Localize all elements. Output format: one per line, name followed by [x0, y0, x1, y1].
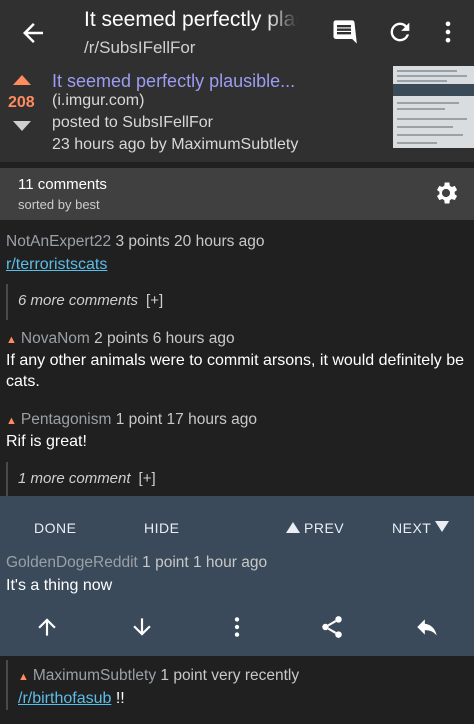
comment-link[interactable]: r/terroristscats	[6, 256, 107, 273]
comment-points-time: 1 point 17 hours ago	[115, 411, 258, 428]
comment-text: !!	[111, 690, 125, 707]
comment-meta: NotAnExpert22 3 points 20 hours ago	[6, 233, 265, 251]
next-arrow-icon	[435, 521, 450, 532]
comment-points-time: 3 points 20 hours ago	[115, 233, 265, 250]
comment-body: If any other animals were to commit arso…	[6, 352, 464, 390]
more-comments[interactable]: 1 more comment [+]	[18, 470, 156, 487]
gear-icon[interactable]	[432, 179, 460, 207]
post-thumbnail[interactable]	[393, 66, 474, 148]
arrow-down-icon[interactable]	[129, 614, 155, 640]
app-bar: It seemed perfectly plausible... /r/Subs…	[0, 0, 474, 66]
indent-line	[6, 462, 8, 496]
comment-body: /r/birthofasub !!	[18, 688, 125, 709]
prev-label: PREV	[304, 520, 345, 536]
share-icon[interactable]	[319, 614, 345, 640]
hide-button[interactable]: HIDE	[144, 520, 179, 536]
prev-button[interactable]: PREV	[286, 520, 344, 536]
indent-line	[6, 284, 8, 320]
more-comments-label: 1 more comment	[18, 470, 131, 487]
comment-meta: ▲ Pentagonism 1 point 17 hours ago	[6, 411, 257, 429]
next-button[interactable]: NEXT	[392, 520, 450, 536]
comment-body: r/terroristscats	[6, 254, 107, 275]
subreddit-subtitle[interactable]: /r/SubsIFellFor	[84, 38, 195, 58]
arrow-up-icon[interactable]	[34, 614, 60, 640]
comment-icon[interactable]	[330, 18, 358, 46]
post-header[interactable]: 208 It seemed perfectly plausible... (i.…	[0, 66, 474, 162]
comments-header: 11 comments sorted by best	[0, 168, 474, 220]
expand-plus: [+]	[138, 470, 156, 487]
refresh-icon[interactable]	[386, 18, 414, 46]
comment-meta: ▲ MaximumSubtlety 1 point very recently	[18, 667, 299, 685]
comment-body: It's a thing now	[6, 577, 113, 594]
more-vert-icon[interactable]	[434, 18, 462, 46]
post-domain: (i.imgur.com)	[52, 92, 145, 109]
comment-author[interactable]: MaximumSubtlety	[33, 667, 156, 684]
comment-author[interactable]: GoldenDogeReddit	[6, 554, 138, 571]
comment-meta: GoldenDogeReddit 1 point 1 hour ago	[6, 554, 267, 572]
comment-body: Rif is great!	[6, 433, 87, 450]
comment-link[interactable]: /r/birthofasub	[18, 690, 111, 707]
sort-label[interactable]: sorted by best	[18, 197, 100, 212]
upvoted-arrow-icon: ▲	[6, 415, 17, 427]
expand-plus: [+]	[146, 292, 164, 309]
post-title[interactable]: It seemed perfectly plausible...	[52, 71, 295, 92]
more-comments-label: 6 more comments	[18, 292, 139, 309]
comment-author[interactable]: Pentagonism	[21, 411, 111, 428]
comment-points-time: 1 point 1 hour ago	[142, 554, 268, 571]
post-time-author: 23 hours ago by MaximumSubtlety	[52, 136, 299, 153]
prev-arrow-icon	[286, 522, 300, 533]
downvote-icon[interactable]	[13, 121, 31, 131]
comment-author[interactable]: NovaNom	[21, 330, 90, 347]
post-score: 208	[8, 94, 35, 111]
comment-points-time: 1 point very recently	[160, 667, 300, 684]
comment-author[interactable]: NotAnExpert22	[6, 233, 111, 250]
upvote-icon[interactable]	[13, 75, 31, 85]
upvoted-arrow-icon: ▲	[18, 671, 29, 683]
upvoted-arrow-icon: ▲	[6, 334, 17, 346]
done-button[interactable]: DONE	[34, 520, 76, 536]
page-title: It seemed perfectly plausible...	[84, 8, 298, 31]
more-comments[interactable]: 6 more comments [+]	[18, 292, 163, 309]
indent-line	[6, 660, 8, 710]
comment-count: 11 comments	[18, 176, 107, 193]
comment-points-time: 2 points 6 hours ago	[94, 330, 235, 347]
more-vert-icon[interactable]	[224, 614, 250, 640]
next-label: NEXT	[392, 520, 432, 536]
comment-meta: ▲ NovaNom 2 points 6 hours ago	[6, 330, 235, 348]
post-subreddit: posted to SubsIFellFor	[52, 114, 213, 131]
back-arrow-icon[interactable]	[18, 18, 48, 48]
reply-icon[interactable]	[414, 614, 440, 640]
